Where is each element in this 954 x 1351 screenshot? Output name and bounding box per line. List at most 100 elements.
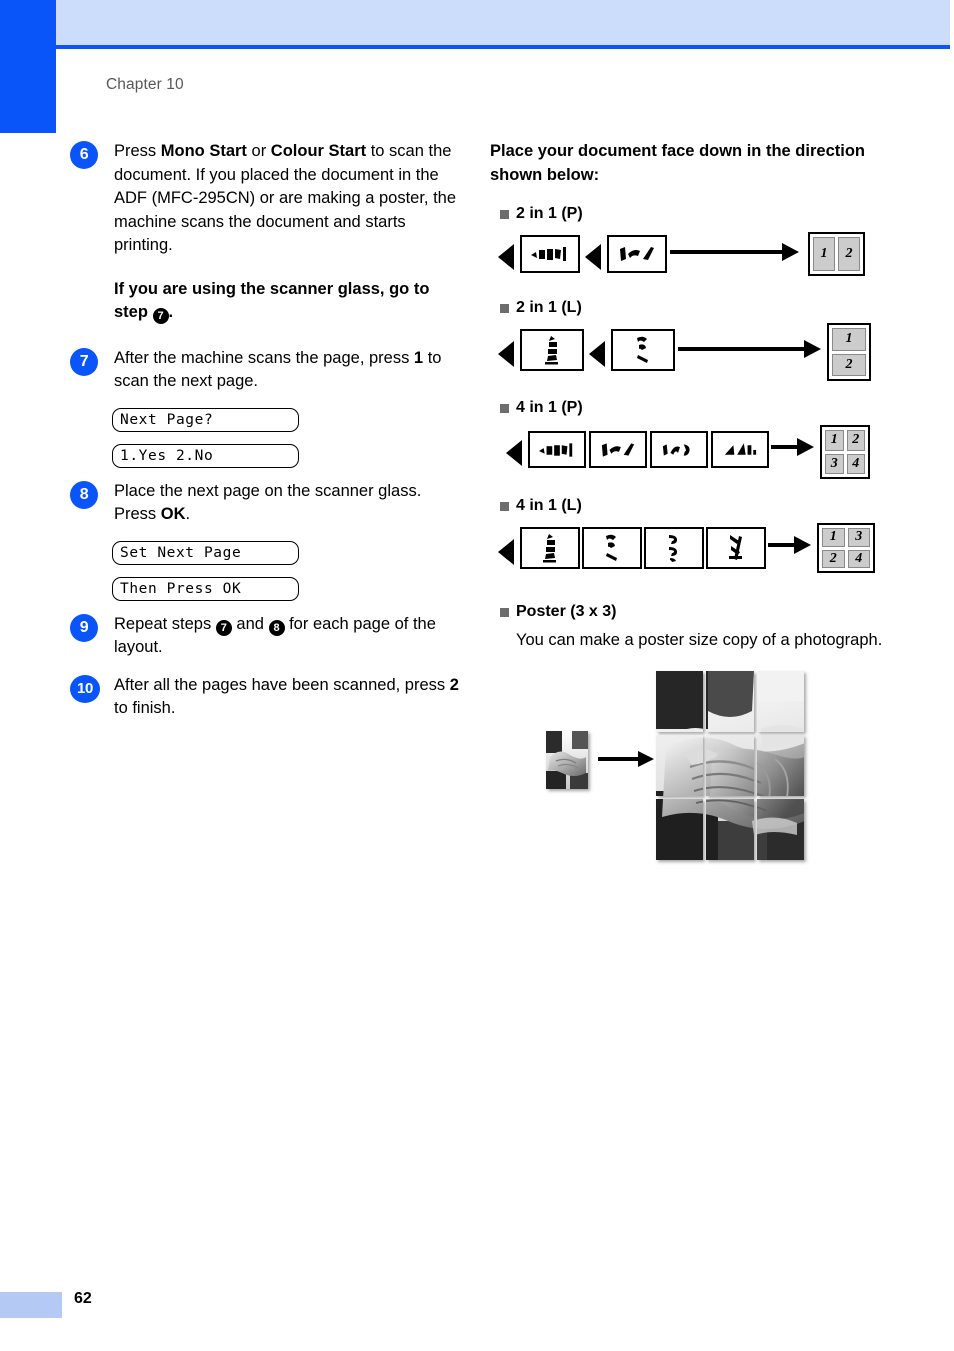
flow-arrow-line-2: [678, 347, 806, 351]
step-6: 6 Press Mono Start or Colour Start to sc…: [70, 140, 460, 325]
right-column: Place your document face down in the dir…: [490, 140, 900, 861]
page-glyph-box-4: [611, 329, 675, 371]
step-8-body: Place the next page on the scanner glass…: [114, 480, 460, 527]
corner-accent-block: [0, 0, 56, 133]
step-8-ok-key: OK: [160, 505, 186, 523]
page-glyph-box-5: [528, 431, 586, 468]
rotated-page-glyph-8: [724, 442, 757, 455]
page-glyph-box-6: [589, 431, 647, 468]
result-cell: 2: [846, 430, 865, 451]
diagram-2in1-l: 1 2: [490, 323, 900, 395]
step-reference-8-icon: 8: [268, 619, 285, 636]
step-reference-7-icon: 7: [152, 308, 169, 324]
step-reference-7-icon-b: 7: [215, 619, 232, 636]
step-6-body: Press Mono Start or Colour Start to scan…: [114, 140, 460, 258]
result-cell: 3: [847, 528, 870, 547]
feed-triangle-icon-6: [498, 539, 514, 565]
result-cell: 2: [822, 549, 845, 568]
diagram-4in1-p: 1 2 3 4: [490, 423, 900, 493]
left-column: 6 Press Mono Start or Colour Start to sc…: [70, 140, 460, 735]
page-glyph-box-9: [520, 527, 580, 569]
section-2in1-l-label: 2 in 1 (L): [490, 297, 900, 319]
rotated-page-glyph-1: [531, 247, 566, 261]
handshake-photo-small: [546, 730, 588, 789]
result-cell: 1: [822, 528, 845, 547]
source-photo: [546, 730, 588, 789]
poster-description: You can make a poster size copy of a pho…: [516, 631, 883, 649]
page-glyph-box-3: [520, 329, 584, 371]
feed-triangle-icon-4: [589, 341, 605, 367]
lcd-then-press-ok: Then Press OK: [112, 576, 299, 601]
square-bullet-icon: [500, 404, 509, 413]
poster-illustration: [546, 670, 846, 861]
rotated-page-glyph-4: [637, 336, 648, 363]
section-4in1-l-label: 4 in 1 (L): [490, 495, 900, 517]
feed-triangle-icon-3: [498, 341, 514, 367]
result-cell: 2: [838, 237, 860, 271]
chapter-label: Chapter 10: [106, 76, 184, 93]
result-cell: 2: [832, 353, 866, 376]
poster-tile-grid: [656, 670, 804, 861]
rotated-page-glyph-5: [538, 442, 573, 457]
result-cell: 1: [832, 328, 866, 351]
step-9-body: Repeat steps 7 and 8 for each page of th…: [114, 613, 460, 660]
page-glyph-box-2: [607, 235, 667, 273]
page-glyph-box-7: [650, 431, 708, 468]
lcd-yes-no: 1.Yes 2.No: [112, 443, 299, 468]
poster-tile: [756, 734, 804, 797]
section-poster-text: Poster (3 x 3): [516, 603, 617, 620]
poster-tile: [656, 799, 704, 861]
step-10-body: After all the pages have been scanned, p…: [114, 674, 460, 721]
feed-triangle-icon-5: [506, 440, 522, 466]
lcd-next-page: Next Page?: [112, 407, 299, 432]
flow-arrow-head-3: [797, 438, 814, 456]
step-6-note: If you are using the scanner glass, go t…: [114, 278, 460, 325]
poster-tile: [756, 799, 804, 861]
result-sheet-4in1-l: 1 3 2 4: [817, 523, 875, 573]
header-band: [56, 0, 950, 45]
section-4in1-l-text: 4 in 1 (L): [516, 497, 582, 514]
square-bullet-icon: [500, 304, 509, 313]
feed-triangle-icon-1: [498, 244, 514, 270]
step-7-body: After the machine scans the page, press …: [114, 347, 460, 394]
page-glyph-box-1: [520, 235, 580, 273]
rotated-page-glyph-2: [620, 247, 654, 261]
page-glyph-box-11: [644, 527, 704, 569]
step-10: 10 After all the pages have been scanned…: [70, 674, 460, 721]
step-9-text-2: and: [231, 614, 269, 633]
step-10-text-1: After all the pages have been scanned, p…: [114, 675, 450, 694]
square-bullet-icon: [500, 210, 509, 219]
rotated-page-glyph-7: [662, 443, 690, 456]
step-6-text-2: or: [246, 142, 271, 160]
poster-tile: [756, 670, 804, 732]
result-cell: 4: [846, 453, 865, 474]
step-6-mono-start: Mono Start: [160, 142, 247, 160]
rotated-page-glyph-6: [601, 442, 635, 457]
result-cell: 1: [825, 430, 844, 451]
step-8-text-2: .: [185, 505, 191, 523]
step-10-text-2: to finish.: [114, 699, 176, 717]
rotated-page-glyph-3: [545, 336, 558, 365]
poster-tile: [656, 670, 704, 732]
section-2in1-p-text: 2 in 1 (P): [516, 205, 583, 222]
result-cell: 3: [825, 453, 844, 474]
poster-tile: [706, 670, 754, 732]
step-6-note-tail: .: [168, 303, 174, 321]
step-9-text-1: Repeat steps: [114, 614, 216, 633]
poster-tile: [706, 734, 754, 797]
section-2in1-p-label: 2 in 1 (P): [490, 203, 900, 225]
rotated-page-glyph-10: [606, 534, 617, 561]
step-7-text-1: After the machine scans the page, press: [114, 348, 414, 367]
step-10-key-2: 2: [449, 675, 459, 694]
page-number: 62: [74, 1290, 92, 1307]
flow-arrow-line-4: [768, 543, 796, 547]
step-8: 8 Place the next page on the scanner gla…: [70, 480, 460, 527]
poster-tile: [656, 734, 704, 797]
step-9: 10 9 Repeat steps 7 and 8 for each page …: [70, 613, 460, 660]
page-glyph-box-12: [706, 527, 766, 569]
result-sheet-2in1-p: 1 2: [808, 232, 865, 276]
lcd-set-next-page: Set Next Page: [112, 540, 299, 565]
step-7-key-1: 1: [413, 348, 424, 367]
flow-arrow-head-2: [804, 340, 821, 358]
result-sheet-4in1-p: 1 2 3 4: [820, 425, 870, 479]
